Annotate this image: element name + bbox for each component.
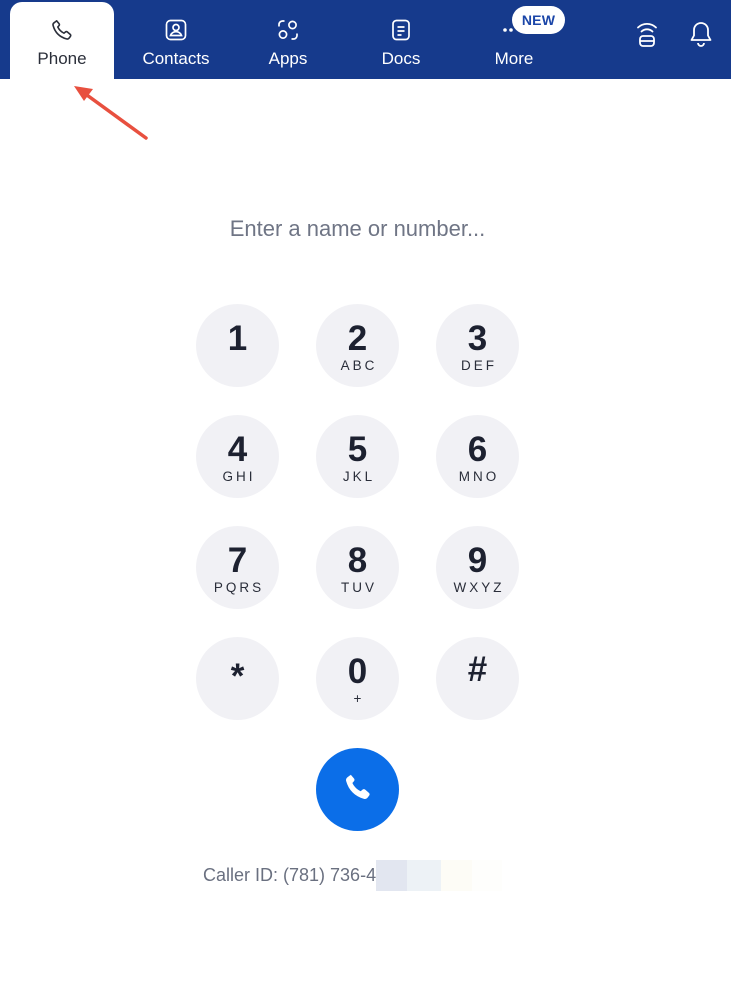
key-digit: 3 xyxy=(467,319,488,358)
key-0[interactable]: 0 + xyxy=(316,637,399,720)
tab-docs[interactable]: Docs xyxy=(349,0,453,79)
redaction-block xyxy=(441,860,473,891)
key-digit: # xyxy=(467,650,488,689)
tab-label: Phone xyxy=(37,49,87,68)
key-letters: + xyxy=(353,691,365,706)
key-digit: 7 xyxy=(227,541,248,580)
tab-contacts[interactable]: Contacts xyxy=(124,0,228,79)
tab-phone[interactable]: Phone xyxy=(10,2,114,79)
key-1[interactable]: 1 xyxy=(196,304,279,387)
key-4[interactable]: 4 GHI xyxy=(196,415,279,498)
tab-label: More xyxy=(494,49,534,68)
key-letters: GHI xyxy=(222,469,256,484)
key-letters xyxy=(236,697,239,711)
key-5[interactable]: 5 JKL xyxy=(316,415,399,498)
key-digit: 0 xyxy=(347,652,368,691)
key-digit: 1 xyxy=(227,319,248,358)
key-6[interactable]: 6 MNO xyxy=(436,415,519,498)
key-7[interactable]: 7 PQRS xyxy=(196,526,279,609)
apps-icon xyxy=(274,16,302,44)
key-digit: 5 xyxy=(347,430,368,469)
key-digit: 9 xyxy=(467,541,488,580)
key-letters: JKL xyxy=(342,469,376,484)
key-digit: 8 xyxy=(347,541,368,580)
tab-label: Docs xyxy=(381,49,421,68)
key-letters: DEF xyxy=(461,358,497,373)
key-letters: PQRS xyxy=(213,580,265,595)
document-icon xyxy=(387,16,415,44)
dial-input[interactable] xyxy=(150,208,565,250)
tab-label: Contacts xyxy=(142,49,210,68)
wireless-icon[interactable] xyxy=(633,18,661,50)
key-8[interactable]: 8 TUV xyxy=(316,526,399,609)
key-digit: 2 xyxy=(347,319,368,358)
key-9[interactable]: 9 WXYZ xyxy=(436,526,519,609)
key-2[interactable]: 2 ABC xyxy=(316,304,399,387)
phone-icon xyxy=(342,771,374,808)
key-letters: WXYZ xyxy=(453,580,505,595)
key-letters xyxy=(236,359,239,373)
redaction-block xyxy=(376,860,408,891)
key-digit: 6 xyxy=(467,430,488,469)
key-star[interactable]: * xyxy=(196,637,279,720)
redaction-block xyxy=(472,860,503,891)
key-letters: MNO xyxy=(458,469,500,484)
key-letters xyxy=(476,690,479,704)
tab-apps[interactable]: Apps xyxy=(236,0,340,79)
new-badge: NEW xyxy=(512,6,565,34)
redaction-block xyxy=(407,860,442,891)
contact-card-icon xyxy=(162,16,190,44)
key-digit: 4 xyxy=(227,430,248,469)
key-3[interactable]: 3 DEF xyxy=(436,304,519,387)
caller-id: Caller ID: (781) 736-4 xyxy=(203,860,503,891)
caller-id-text: Caller ID: (781) 736-4 xyxy=(203,864,377,885)
phone-icon xyxy=(48,16,76,44)
annotation-arrow xyxy=(74,86,148,140)
bell-icon[interactable] xyxy=(687,18,715,50)
call-button[interactable] xyxy=(316,748,399,831)
key-digit: * xyxy=(230,657,245,696)
key-letters: TUV xyxy=(341,580,377,595)
top-nav-bar: Phone Contacts Apps Docs More NEW xyxy=(0,0,731,79)
key-hash[interactable]: # xyxy=(436,637,519,720)
key-letters: ABC xyxy=(340,358,378,373)
tab-label: Apps xyxy=(268,49,308,68)
